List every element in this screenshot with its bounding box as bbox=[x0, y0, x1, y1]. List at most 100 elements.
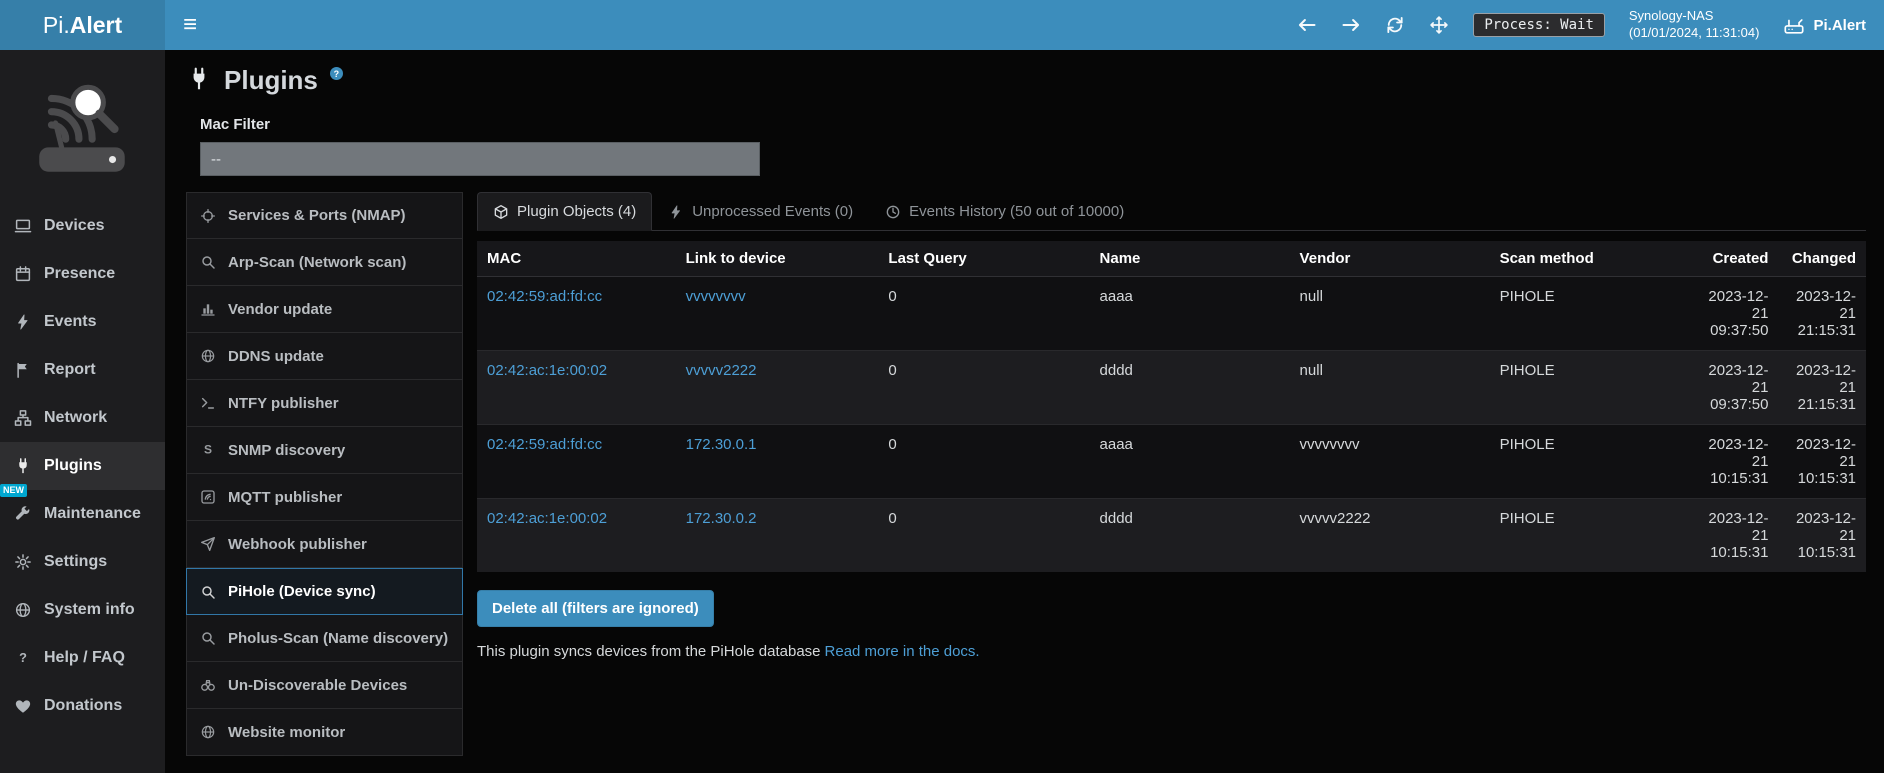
search-icon bbox=[200, 254, 216, 270]
tab-events-history[interactable]: Events History (50 out of 10000) bbox=[869, 192, 1140, 231]
column-header-created: Created bbox=[1692, 241, 1778, 277]
nav-back-button[interactable] bbox=[1297, 15, 1317, 35]
arrow-left-icon bbox=[1297, 15, 1317, 35]
logo-prefix: Pi. bbox=[43, 12, 70, 39]
plugin-item-arp-scan[interactable]: Arp-Scan (Network scan) bbox=[186, 239, 463, 286]
tab-label: Unprocessed Events (0) bbox=[692, 203, 853, 220]
mac-filter-label: Mac Filter bbox=[200, 116, 1866, 133]
sidebar-item-maintenance[interactable]: NEWMaintenance bbox=[0, 490, 165, 538]
laptop-icon bbox=[14, 217, 32, 235]
vendor-cell: vvvvv2222 bbox=[1290, 499, 1490, 573]
device-link[interactable]: vvvvv2222 bbox=[686, 362, 757, 379]
device-link[interactable]: vvvvvvvv bbox=[686, 288, 746, 305]
plugin-item-snmp-discovery[interactable]: SNMP discovery bbox=[186, 427, 463, 474]
bolt-icon bbox=[14, 313, 32, 331]
topbar-main: ≡ Process: Wait Synology-NAS (01/01/2024… bbox=[165, 0, 1884, 50]
mac-link[interactable]: 02:42:ac:1e:00:02 bbox=[487, 510, 607, 527]
scan-method-cell: PIHOLE bbox=[1490, 277, 1693, 351]
tab-unprocessed-events[interactable]: Unprocessed Events (0) bbox=[652, 192, 869, 231]
host-info: Synology-NAS (01/01/2024, 11:31:04) bbox=[1629, 8, 1760, 42]
plugin-item-services-ports-nmap[interactable]: Services & Ports (NMAP) bbox=[186, 192, 463, 239]
refresh-icon bbox=[1385, 15, 1405, 35]
sidebar-item-label: Help / FAQ bbox=[44, 649, 125, 667]
device-link[interactable]: 172.30.0.2 bbox=[686, 510, 757, 527]
sidebar-item-label: Report bbox=[44, 361, 96, 379]
plugin-item-mqtt-publisher[interactable]: MQTT publisher bbox=[186, 474, 463, 521]
sidebar-item-devices[interactable]: Devices bbox=[0, 202, 165, 250]
vendor-cell: null bbox=[1290, 277, 1490, 351]
plugin-item-label: Pholus-Scan (Name discovery) bbox=[228, 630, 448, 647]
mac-link[interactable]: 02:42:ac:1e:00:02 bbox=[487, 362, 607, 379]
arrow-right-icon bbox=[1341, 15, 1361, 35]
send-icon bbox=[200, 536, 216, 552]
created-cell: 2023-12-21 09:37:50 bbox=[1692, 351, 1778, 425]
delete-all-button[interactable]: Delete all (filters are ignored) bbox=[477, 590, 714, 627]
sidebar: Devices Presence Events Report Network P… bbox=[0, 50, 165, 773]
mac-filter-input[interactable] bbox=[200, 142, 760, 176]
plugin-item-webhook-publisher[interactable]: Webhook publisher bbox=[186, 521, 463, 568]
docs-link[interactable]: Read more in the docs. bbox=[825, 643, 980, 660]
mac-link[interactable]: 02:42:59:ad:fd:cc bbox=[487, 436, 602, 453]
table-row: 02:42:59:ad:fd:cc vvvvvvvv 0 aaaa null P… bbox=[477, 277, 1866, 351]
sidebar-item-label: Settings bbox=[44, 553, 107, 571]
plugin-item-pihole-device-sync[interactable]: PiHole (Device sync) bbox=[186, 568, 463, 615]
sidebar-item-help-faq[interactable]: Help / FAQ bbox=[0, 634, 165, 682]
plugin-item-pholus-scan[interactable]: Pholus-Scan (Name discovery) bbox=[186, 615, 463, 662]
plugin-item-label: SNMP discovery bbox=[228, 442, 345, 459]
mac-filter: Mac Filter bbox=[200, 116, 1866, 176]
changed-cell: 2023-12-21 21:15:31 bbox=[1778, 277, 1866, 351]
wrench-icon bbox=[14, 505, 32, 523]
last-query-cell: 0 bbox=[878, 425, 1089, 499]
search-icon bbox=[200, 584, 216, 600]
plugin-item-label: DDNS update bbox=[228, 348, 324, 365]
page-title: Plugins bbox=[224, 66, 318, 95]
pialert-logo-image bbox=[27, 72, 139, 186]
topbar-right: Process: Wait Synology-NAS (01/01/2024, … bbox=[1297, 8, 1870, 42]
plugin-item-vendor-update[interactable]: Vendor update bbox=[186, 286, 463, 333]
column-header-name: Name bbox=[1090, 241, 1290, 277]
app-body: Devices Presence Events Report Network P… bbox=[0, 50, 1884, 773]
app-logo[interactable]: Pi.Alert bbox=[0, 0, 165, 50]
help-badge[interactable]: ? bbox=[330, 67, 343, 80]
sidebar-item-donations[interactable]: Donations bbox=[0, 682, 165, 730]
created-cell: 2023-12-21 10:15:31 bbox=[1692, 425, 1778, 499]
table-row: 02:42:ac:1e:00:02 vvvvv2222 0 dddd null … bbox=[477, 351, 1866, 425]
column-header-scan-method: Scan method bbox=[1490, 241, 1693, 277]
device-link[interactable]: 172.30.0.1 bbox=[686, 436, 757, 453]
tab-plugin-objects[interactable]: Plugin Objects (4) bbox=[477, 192, 652, 231]
flag-icon bbox=[14, 361, 32, 379]
fullscreen-button[interactable] bbox=[1429, 15, 1449, 35]
plugin-item-label: NTFY publisher bbox=[228, 395, 339, 412]
cube-icon bbox=[493, 204, 509, 220]
sitemap-icon bbox=[14, 409, 32, 427]
changed-cell: 2023-12-21 21:15:31 bbox=[1778, 351, 1866, 425]
sidebar-item-network[interactable]: Network bbox=[0, 394, 165, 442]
sidebar-logo bbox=[0, 50, 165, 202]
sidebar-item-system-info[interactable]: System info bbox=[0, 586, 165, 634]
sidebar-item-plugins[interactable]: Plugins bbox=[0, 442, 165, 490]
sidebar-item-events[interactable]: Events bbox=[0, 298, 165, 346]
plugin-item-ntfy-publisher[interactable]: NTFY publisher bbox=[186, 380, 463, 427]
plugin-item-un-discoverable-devices[interactable]: Un-Discoverable Devices bbox=[186, 662, 463, 709]
sidebar-item-label: Devices bbox=[44, 217, 105, 235]
tab-label: Plugin Objects (4) bbox=[517, 203, 636, 220]
column-header-vendor: Vendor bbox=[1290, 241, 1490, 277]
terminal-icon bbox=[200, 395, 216, 411]
process-status-badge: Process: Wait bbox=[1473, 13, 1605, 37]
mac-link[interactable]: 02:42:59:ad:fd:cc bbox=[487, 288, 602, 305]
sidebar-item-label: Events bbox=[44, 313, 96, 331]
plug-icon bbox=[186, 66, 212, 92]
pialert-app: Pi.Alert ≡ Process: Wait Synology-NAS (0… bbox=[0, 0, 1884, 773]
sidebar-item-presence[interactable]: Presence bbox=[0, 250, 165, 298]
plugin-item-website-monitor[interactable]: Website monitor bbox=[186, 709, 463, 756]
sidebar-item-report[interactable]: Report bbox=[0, 346, 165, 394]
plugin-item-ddns-update[interactable]: DDNS update bbox=[186, 333, 463, 380]
sidebar-item-settings[interactable]: Settings bbox=[0, 538, 165, 586]
chart-icon bbox=[200, 301, 216, 317]
nav-forward-button[interactable] bbox=[1341, 15, 1361, 35]
binoculars-icon bbox=[200, 677, 216, 693]
plugin-panel: Plugin Objects (4) Unprocessed Events (0… bbox=[477, 192, 1866, 756]
globe-icon bbox=[200, 348, 216, 364]
refresh-button[interactable] bbox=[1385, 15, 1405, 35]
sidebar-toggle-button[interactable]: ≡ bbox=[165, 0, 215, 50]
